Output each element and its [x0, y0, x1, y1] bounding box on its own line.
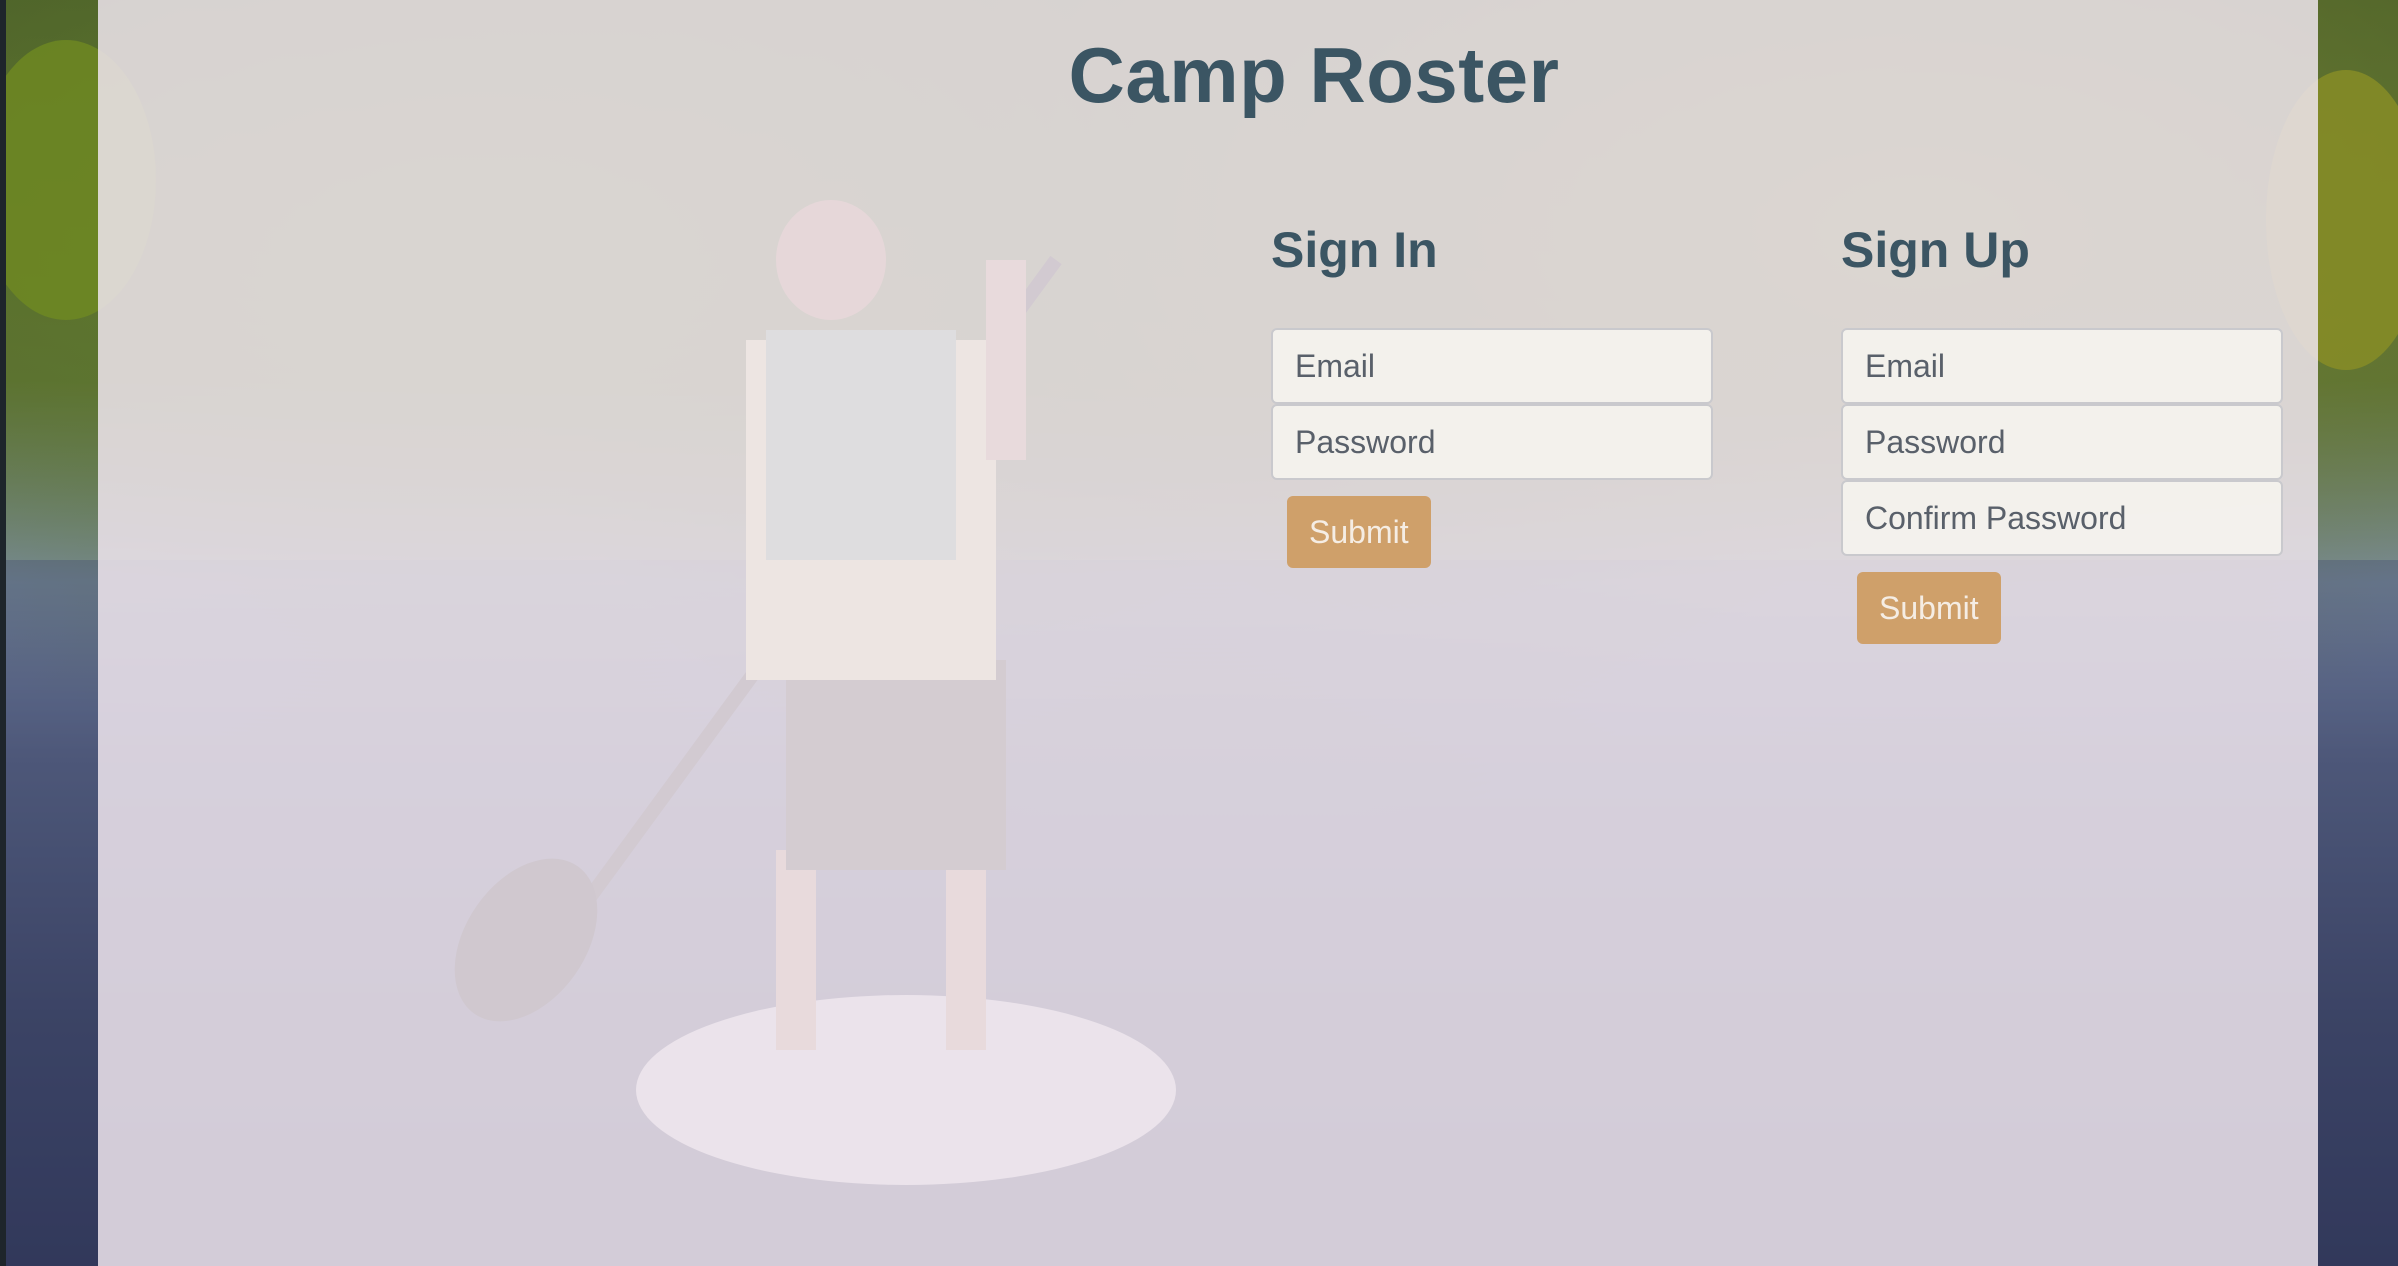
- sign-in-email-input[interactable]: [1271, 328, 1713, 404]
- page-title: Camp Roster: [1068, 31, 1560, 119]
- app-screen: Camp Roster Sign In Submit Sign Up Submi…: [0, 0, 2398, 1266]
- sign-in-heading: Sign In: [1271, 222, 1438, 278]
- sign-up-email-input[interactable]: [1841, 328, 2283, 404]
- sign-in-password-input[interactable]: [1271, 404, 1713, 480]
- sign-in-form: Sign In Submit: [1271, 220, 1713, 568]
- sign-in-submit-button[interactable]: Submit: [1287, 496, 1431, 568]
- sign-up-confirm-password-input[interactable]: [1841, 480, 2283, 556]
- sign-up-heading: Sign Up: [1841, 222, 2030, 278]
- sign-up-form: Sign Up Submit: [1841, 220, 2283, 644]
- sign-up-password-input[interactable]: [1841, 404, 2283, 480]
- sign-up-submit-button[interactable]: Submit: [1857, 572, 2001, 644]
